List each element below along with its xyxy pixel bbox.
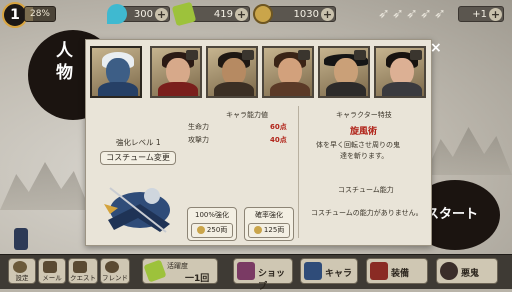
stamina-extra-count: +1 xyxy=(472,9,487,20)
friend-button[interactable]: フレンド xyxy=(100,258,130,284)
lock-icon xyxy=(298,50,310,60)
hp-label: 生命力 xyxy=(188,123,209,131)
add-coin-button[interactable]: + xyxy=(321,8,334,21)
costume-change-button[interactable]: コスチューム変更 xyxy=(100,151,176,165)
resource-scroll: 419 + xyxy=(171,1,250,27)
top-hud: 1 28% 300 + 419 + 1030 + ➶ ➶ ➶ ➶ ➶ +1 + xyxy=(0,0,512,30)
lock-icon xyxy=(242,50,254,60)
exp-bar: 28% xyxy=(24,6,56,22)
character-icon xyxy=(304,262,322,280)
hp-value: 60点 xyxy=(270,123,287,131)
add-scroll-button[interactable]: + xyxy=(235,8,248,21)
quest-button[interactable]: クエスト xyxy=(68,258,98,284)
portrait-ronin-hat[interactable] xyxy=(318,46,370,98)
activity-value: 一1回 xyxy=(185,274,210,284)
oni-button[interactable]: 悪鬼 xyxy=(436,258,498,284)
shop-icon xyxy=(237,262,255,280)
shop-button[interactable]: ショップ xyxy=(233,258,293,292)
chara-label: キャラ xyxy=(325,269,353,279)
skill-title: キャラクター特技 xyxy=(336,111,392,119)
ninja-figure xyxy=(14,228,28,250)
kunai-icon: ➶ xyxy=(406,6,418,22)
probability-enhance-cost: 125両 xyxy=(263,226,285,234)
attack-label: 攻撃力 xyxy=(188,136,209,144)
probability-enhance-button[interactable]: 確率強化 125両 xyxy=(244,207,294,241)
hero-ninja-art xyxy=(104,187,170,233)
resource-gem: 300 + xyxy=(107,4,170,24)
activity-indicator[interactable]: 活躍度 一1回 xyxy=(142,258,218,284)
equip-button[interactable]: 装備 xyxy=(366,258,428,284)
activity-label: 活躍度 xyxy=(167,262,188,270)
lock-icon xyxy=(186,50,198,60)
coin-icon xyxy=(253,4,273,24)
scroll-count: 419 xyxy=(213,9,233,20)
equip-label: 装備 xyxy=(391,269,410,279)
add-stamina-button[interactable]: + xyxy=(489,8,502,21)
full-enhance-button[interactable]: 100%強化 250両 xyxy=(187,207,237,241)
probability-enhance-cost-box: 125両 xyxy=(248,223,290,238)
probability-enhance-label: 確率強化 xyxy=(255,211,283,219)
portrait-samurai[interactable] xyxy=(206,46,258,98)
portrait-female-ninja[interactable] xyxy=(374,46,426,98)
mail-label: メール xyxy=(42,274,62,282)
portrait-warrior-woman[interactable] xyxy=(262,46,314,98)
oni-label: 悪鬼 xyxy=(461,269,480,279)
blue-drop-icon xyxy=(107,4,127,24)
skill-name: 旋風術 xyxy=(350,127,378,137)
panel-divider xyxy=(298,106,299,238)
skill-desc-1: 体を早く回転させ周りの鬼 xyxy=(316,141,400,149)
add-gem-button[interactable]: + xyxy=(155,8,168,21)
scroll-icon xyxy=(143,259,167,283)
kunai-icon: ➶ xyxy=(392,6,404,22)
full-enhance-label: 100%強化 xyxy=(194,211,229,219)
lock-icon xyxy=(354,50,366,60)
body xyxy=(270,82,310,96)
body xyxy=(214,82,254,96)
resource-coin: 1030 + xyxy=(253,4,336,24)
scroll-icon xyxy=(171,1,197,27)
chara-button[interactable]: キャラ xyxy=(300,258,358,284)
quest-label: クエスト xyxy=(70,274,96,282)
full-enhance-cost: 250両 xyxy=(206,226,228,234)
costume-ability-title: コスチューム能力 xyxy=(338,186,394,194)
shop-label: ショップ xyxy=(258,269,286,292)
portrait-kunoichi[interactable] xyxy=(150,46,202,98)
kunai-icon: ➶ xyxy=(378,6,390,22)
body xyxy=(382,82,422,96)
coin-icon xyxy=(196,226,205,234)
lock-icon xyxy=(410,50,422,60)
gem-count: 300 xyxy=(133,9,153,20)
enhance-level: 強化レベル 1 xyxy=(116,138,161,147)
mail-button[interactable]: メール xyxy=(38,258,66,284)
equipment-icon xyxy=(370,262,388,280)
attack-value: 40点 xyxy=(270,136,287,144)
settings-label: 設定 xyxy=(15,274,29,282)
coin-icon xyxy=(253,226,262,234)
close-icon[interactable]: × xyxy=(430,40,442,56)
body xyxy=(158,82,198,96)
body xyxy=(326,82,366,96)
skill-desc-2: 達を斬ります。 xyxy=(340,152,389,160)
side-title-jinbutsu: 人物 xyxy=(56,41,73,83)
oni-icon xyxy=(440,262,458,280)
coin-count: 1030 xyxy=(293,9,319,20)
full-enhance-cost-box: 250両 xyxy=(191,223,233,238)
stamina-extra: +1 + xyxy=(458,6,504,22)
kunai-icon: ➶ xyxy=(434,6,446,22)
body xyxy=(98,82,138,96)
stats-title: キャラ能力値 xyxy=(226,111,268,119)
kunai-icon: ➶ xyxy=(420,6,432,22)
costume-ability-text: コスチュームの能力がありません。 xyxy=(311,209,423,217)
settings-button[interactable]: 設定 xyxy=(8,258,36,284)
exp-percent: 28% xyxy=(29,9,50,19)
portrait-blue-ninja[interactable] xyxy=(90,46,142,98)
friend-label: フレンド xyxy=(102,274,128,282)
start-button-fragment[interactable]: スタート xyxy=(426,203,478,222)
